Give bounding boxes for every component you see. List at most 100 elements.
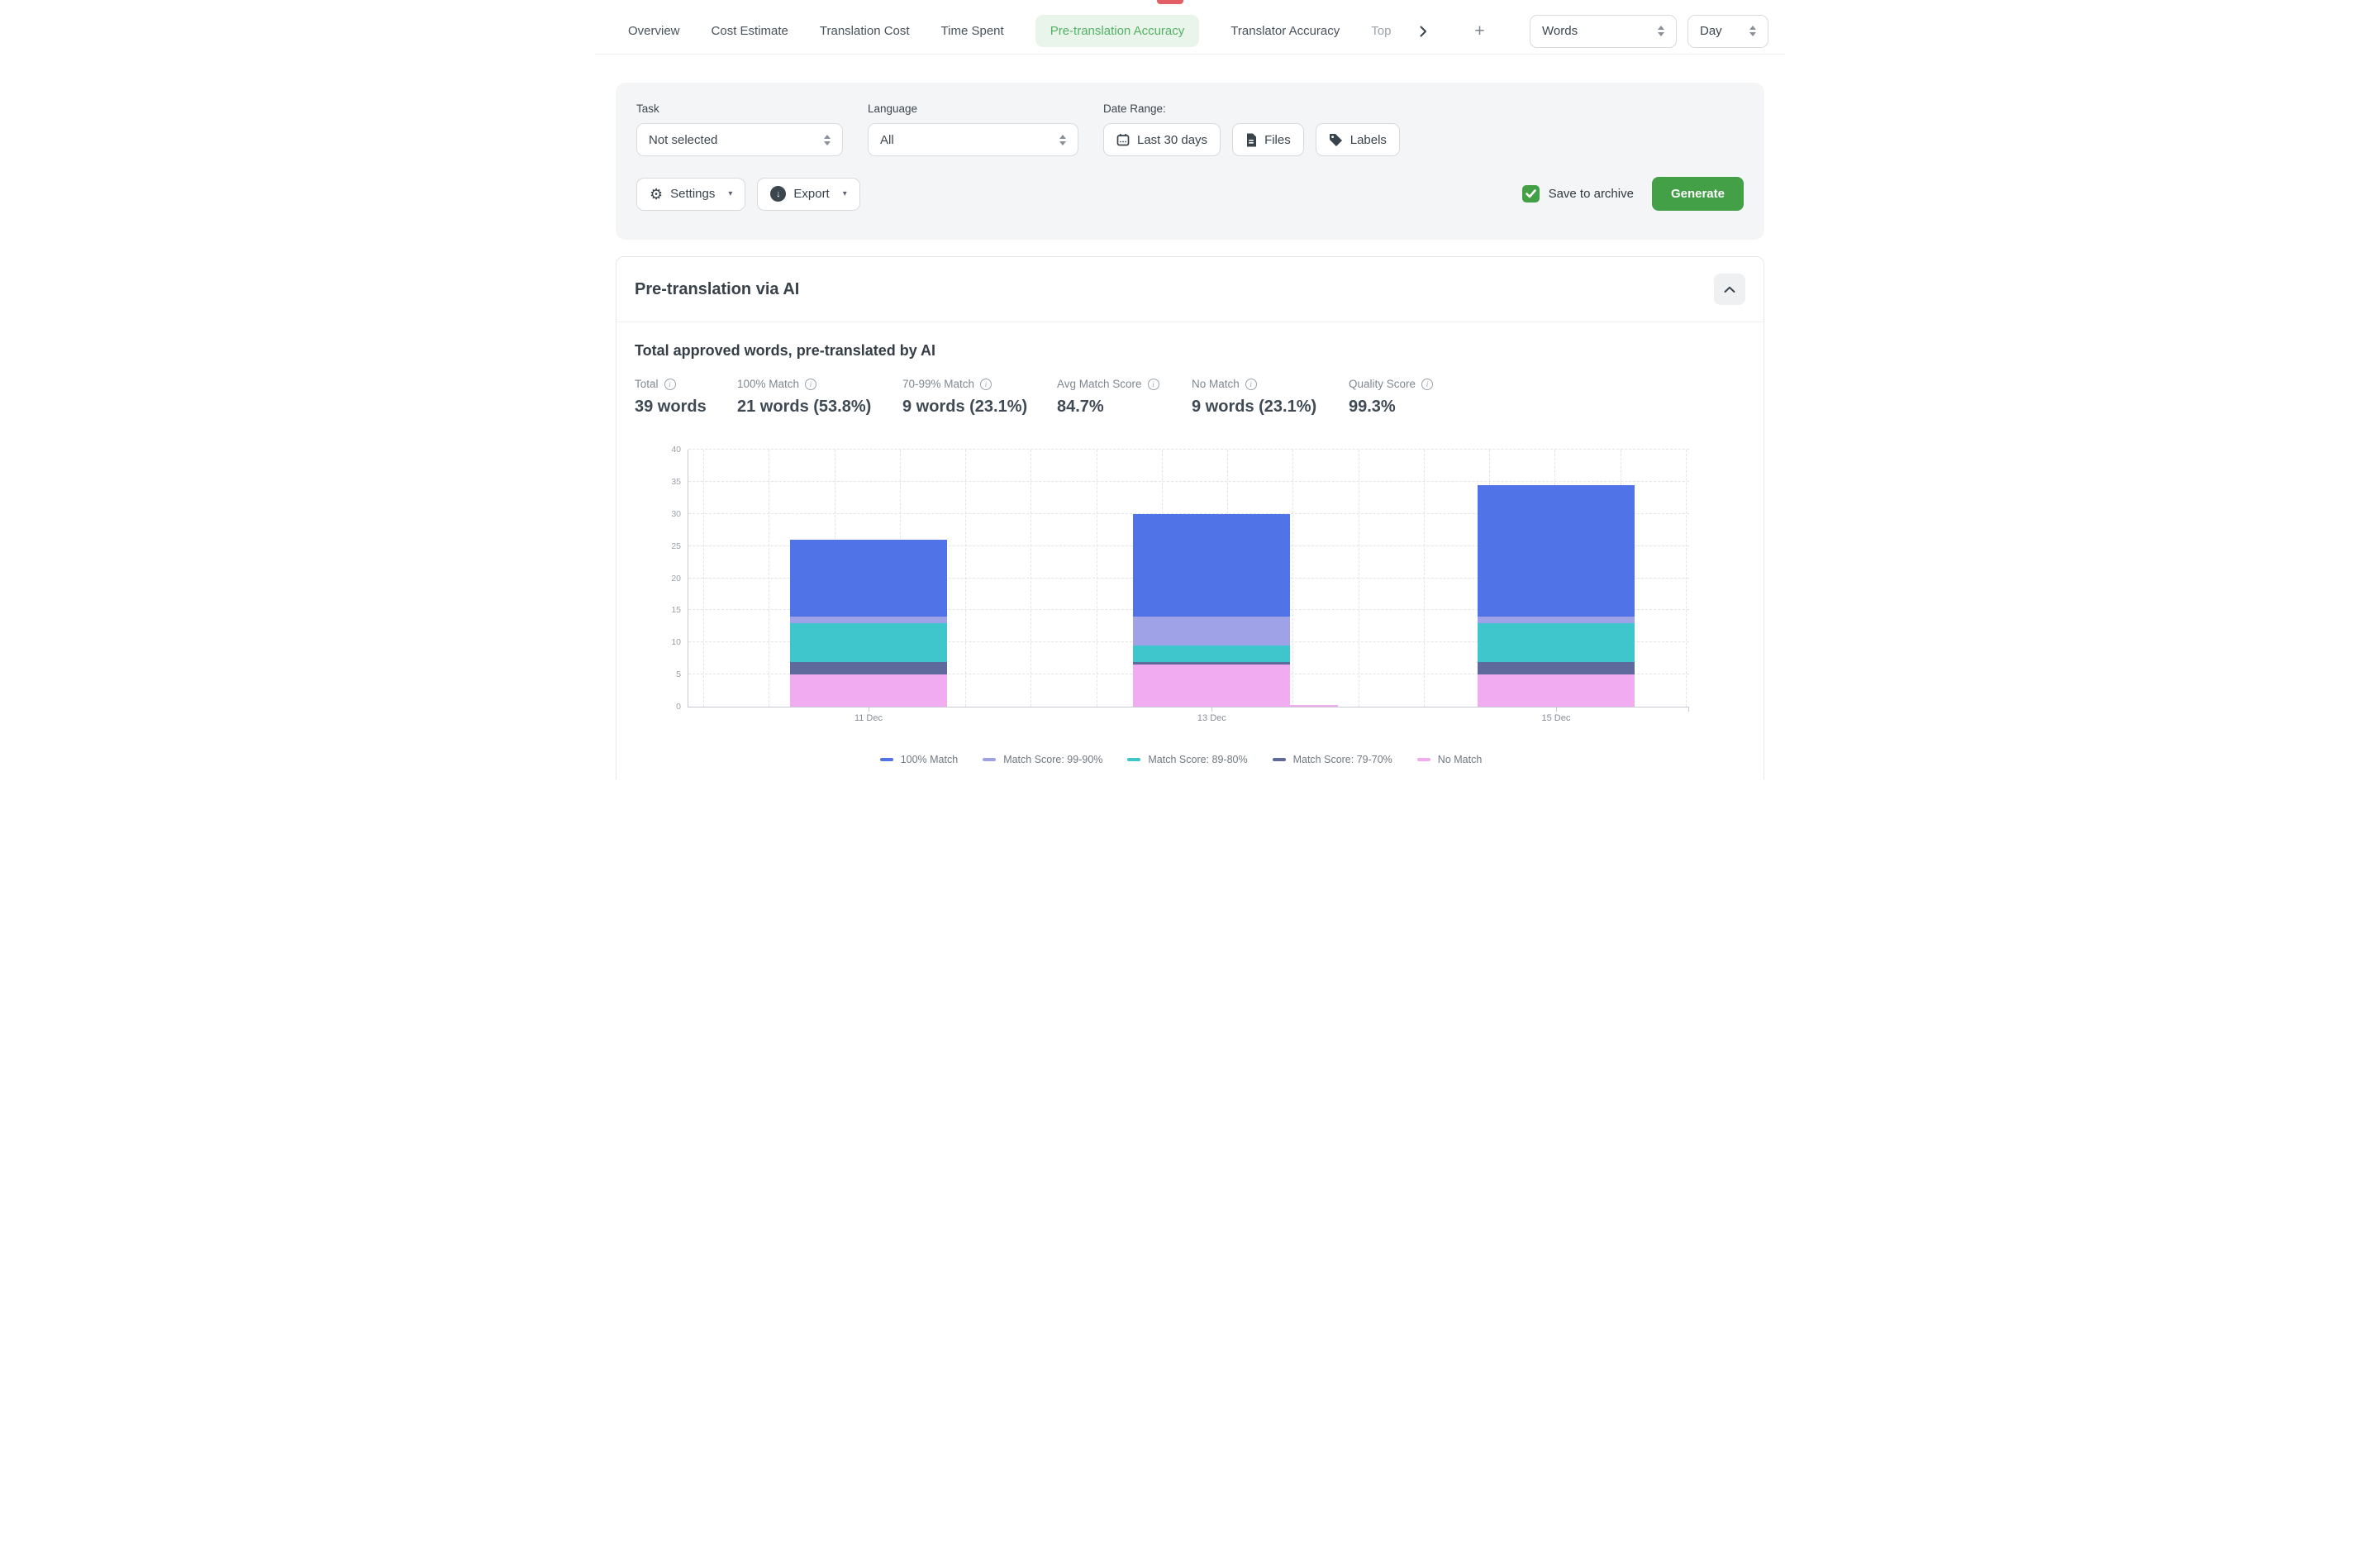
unit-select-value: Words (1542, 24, 1578, 38)
calendar-icon (1116, 133, 1130, 146)
bar-segment-match-score-79-70- (1478, 662, 1635, 675)
add-tab-button[interactable]: + (1467, 19, 1492, 44)
caret-down-icon: ▾ (843, 189, 847, 198)
info-icon[interactable]: i (980, 379, 992, 390)
date-range-button[interactable]: Last 30 days (1103, 123, 1221, 156)
legend-item-100-match[interactable]: 100% Match (880, 754, 958, 765)
stat-total: Totali39 words (635, 378, 737, 417)
export-button-label: Export (793, 187, 829, 201)
info-icon[interactable]: i (1421, 379, 1433, 390)
collapse-card-button[interactable] (1714, 274, 1745, 305)
gear-icon: ⚙ (650, 187, 663, 202)
info-icon[interactable]: i (664, 379, 676, 390)
legend-item-match-score-99-90-[interactable]: Match Score: 99-90% (983, 754, 1102, 765)
legend-item-match-score-89-80-[interactable]: Match Score: 89-80% (1127, 754, 1247, 765)
x-axis-tick-label: 11 Dec (854, 713, 883, 723)
legend-marker (1417, 758, 1430, 762)
v-gridline (1292, 450, 1293, 707)
stat-label: 100% Matchi (737, 378, 902, 390)
v-gridline (1424, 450, 1425, 707)
stat-value: 39 words (635, 398, 737, 417)
card-title: Pre-translation via AI (635, 280, 799, 299)
select-updown-icon (1658, 26, 1664, 36)
tag-icon (1329, 133, 1343, 147)
save-to-archive-label: Save to archive (1549, 187, 1634, 201)
files-filter-button[interactable]: Files (1232, 123, 1304, 156)
y-axis-tick-label: 20 (651, 574, 681, 584)
stat-label: No Matchi (1192, 378, 1349, 390)
export-dropdown-button[interactable]: ↓ Export ▾ (757, 178, 859, 211)
file-icon (1245, 133, 1257, 147)
bar-segment-100-match (790, 540, 947, 617)
legend-marker (1273, 758, 1286, 762)
bar-segment-match-score-99-90- (1478, 617, 1635, 623)
generate-button[interactable]: Generate (1652, 177, 1744, 211)
task-select[interactable]: Not selected (636, 123, 843, 156)
x-axis-tick-label: 15 Dec (1541, 713, 1570, 723)
language-select[interactable]: All (868, 123, 1078, 156)
labels-filter-button[interactable]: Labels (1316, 123, 1400, 156)
h-gridline (688, 449, 1689, 450)
bar-13-dec (1133, 514, 1290, 707)
chevron-right-icon (1420, 26, 1427, 37)
pre-translation-accuracy-report-page: Overview Cost Estimate Translation Cost Tim… (595, 0, 1785, 779)
bar-segment-match-score-89-80- (790, 623, 947, 662)
unit-select[interactable]: Words (1530, 15, 1677, 48)
stat-value: 21 words (53.8%) (737, 398, 902, 417)
report-filter-panel: Task Not selected Language All Date Rang… (616, 83, 1764, 240)
y-axis-tick-label: 35 (651, 477, 681, 487)
stat-value: 84.7% (1057, 398, 1192, 417)
y-axis-tick-label: 30 (651, 509, 681, 519)
info-icon[interactable]: i (1245, 379, 1257, 390)
select-updown-icon (1059, 135, 1066, 145)
stat-avg-match-score: Avg Match Scorei84.7% (1057, 378, 1192, 417)
info-icon[interactable]: i (1148, 379, 1159, 390)
legend-item-no-match[interactable]: No Match (1417, 754, 1483, 765)
language-filter-label: Language (868, 102, 1078, 115)
report-tabs-bar: Overview Cost Estimate Translation Cost Tim… (595, 0, 1785, 55)
date-range-label: Date Range: (1103, 102, 1400, 115)
bar-segment-match-score-79-70- (1133, 662, 1290, 665)
save-to-archive-checkbox[interactable]: Save to archive (1522, 185, 1634, 202)
bar-segment-match-score-79-70- (790, 662, 947, 675)
info-icon[interactable]: i (805, 379, 816, 390)
v-gridline (1686, 450, 1687, 707)
tab-translator-accuracy[interactable]: Translator Accuracy (1230, 16, 1340, 46)
tab-pre-translation-accuracy[interactable]: Pre-translation Accuracy (1035, 15, 1200, 47)
legend-item-match-score-79-70-[interactable]: Match Score: 79-70% (1273, 754, 1392, 765)
tab-time-spent[interactable]: Time Spent (941, 16, 1004, 46)
bar-segment-100-match (1133, 514, 1290, 617)
summary-stats-row: Totali39 words100% Matchi21 words (53.8%… (635, 378, 1745, 417)
y-axis-tick-label: 0 (651, 702, 681, 712)
bar-segment-match-score-89-80- (1133, 646, 1290, 661)
granularity-select-value: Day (1700, 24, 1722, 38)
stat-label: 70-99% Matchi (902, 378, 1057, 390)
tab-recording-indicator (1157, 0, 1183, 4)
h-gridline (688, 481, 1689, 482)
chevron-up-icon (1724, 286, 1735, 293)
stat-100-match: 100% Matchi 21 words (53.8%) (737, 378, 902, 417)
stat-70-99-match: 70-99% Matchi 9 words (23.1%) (902, 378, 1057, 417)
chart-legend: 100% Match Match Score: 99-90% Match Score… (650, 754, 1712, 765)
tabs-overflow-chevron-button[interactable] (1411, 19, 1435, 44)
tab-cost-estimate[interactable]: Cost Estimate (712, 16, 788, 46)
tab-translation-cost[interactable]: Translation Cost (820, 16, 910, 46)
chart-section-title: Total approved words, pre-translated by … (635, 342, 1745, 360)
v-gridline (965, 450, 966, 707)
caret-down-icon: ▾ (728, 189, 732, 198)
bar-segment-100-match (1478, 485, 1635, 617)
granularity-select[interactable]: Day (1687, 15, 1768, 48)
y-axis-tick-label: 10 (651, 637, 681, 647)
date-range-value: Last 30 days (1137, 133, 1207, 147)
select-updown-icon (1749, 26, 1756, 36)
settings-dropdown-button[interactable]: ⚙ Settings ▾ (636, 178, 745, 211)
tab-top-truncated[interactable]: Top (1371, 16, 1391, 46)
legend-marker (983, 758, 996, 762)
stat-value: 9 words (23.1%) (1192, 398, 1349, 417)
tab-overview[interactable]: Overview (628, 16, 680, 46)
stat-value: 9 words (23.1%) (902, 398, 1057, 417)
files-button-label: Files (1264, 133, 1291, 147)
x-axis-tick (1211, 708, 1212, 712)
bar-segment-no-match (790, 674, 947, 707)
stat-label: Quality Scorei (1349, 378, 1473, 390)
